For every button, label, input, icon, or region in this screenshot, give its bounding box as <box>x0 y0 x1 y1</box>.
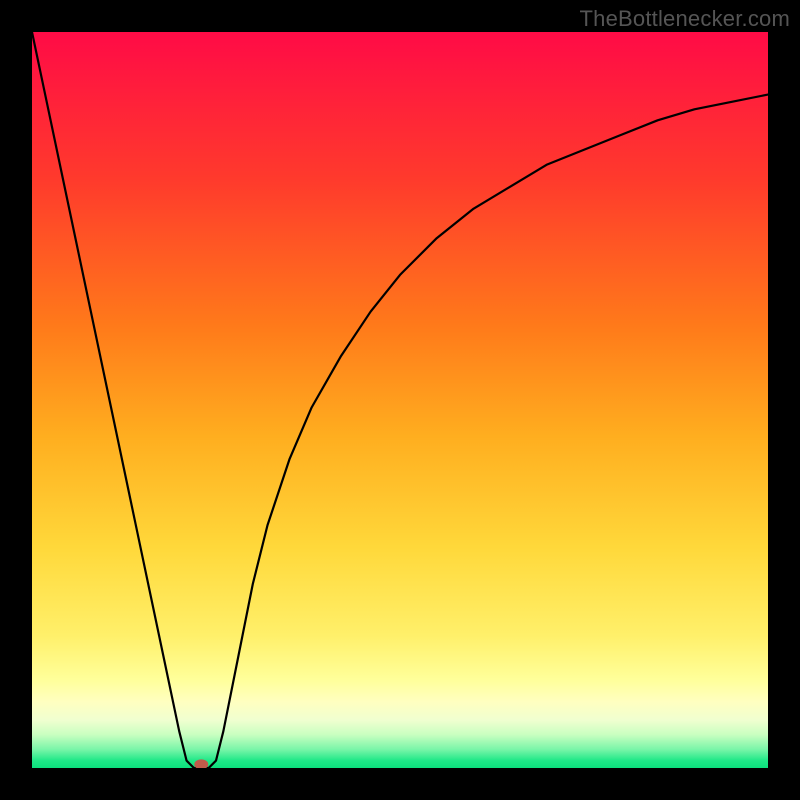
chart-frame: TheBottlenecker.com <box>0 0 800 800</box>
gradient-background <box>32 32 768 768</box>
chart-svg <box>32 32 768 768</box>
attribution-text: TheBottlenecker.com <box>580 6 790 32</box>
plot-area <box>32 32 768 768</box>
